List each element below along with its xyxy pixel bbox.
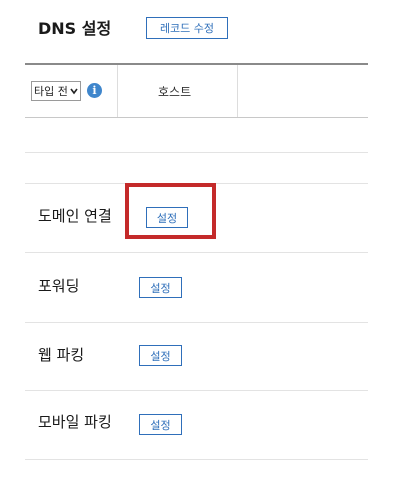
divider xyxy=(25,152,368,153)
table-top-border xyxy=(25,63,368,65)
page-title: DNS 설정 xyxy=(38,19,112,38)
host-column-header: 호스트 xyxy=(158,85,192,99)
divider xyxy=(25,390,368,391)
forwarding-settings-button[interactable]: 설정 xyxy=(139,277,182,298)
table-header-bottom-border xyxy=(25,117,368,118)
column-divider xyxy=(237,65,238,117)
edit-records-button[interactable]: 레코드 수정 xyxy=(146,17,228,39)
web-parking-settings-button[interactable]: 설정 xyxy=(139,345,182,366)
highlight-box xyxy=(125,183,216,239)
mobile-parking-settings-button[interactable]: 설정 xyxy=(139,414,182,435)
row-label-web-parking: 웹 파킹 xyxy=(38,346,85,364)
divider xyxy=(25,252,368,253)
row-label-mobile-parking: 모바일 파킹 xyxy=(38,413,112,431)
info-icon[interactable]: i xyxy=(87,83,102,98)
column-divider xyxy=(117,65,118,117)
type-filter-select[interactable]: 타입 전 xyxy=(31,81,81,101)
divider xyxy=(25,322,368,323)
row-label-forwarding: 포워딩 xyxy=(38,277,80,295)
chevron-down-icon xyxy=(70,88,78,95)
row-label-domain-connection: 도메인 연결 xyxy=(38,207,112,225)
type-filter-value: 타입 전 xyxy=(34,85,68,98)
divider xyxy=(25,459,368,460)
